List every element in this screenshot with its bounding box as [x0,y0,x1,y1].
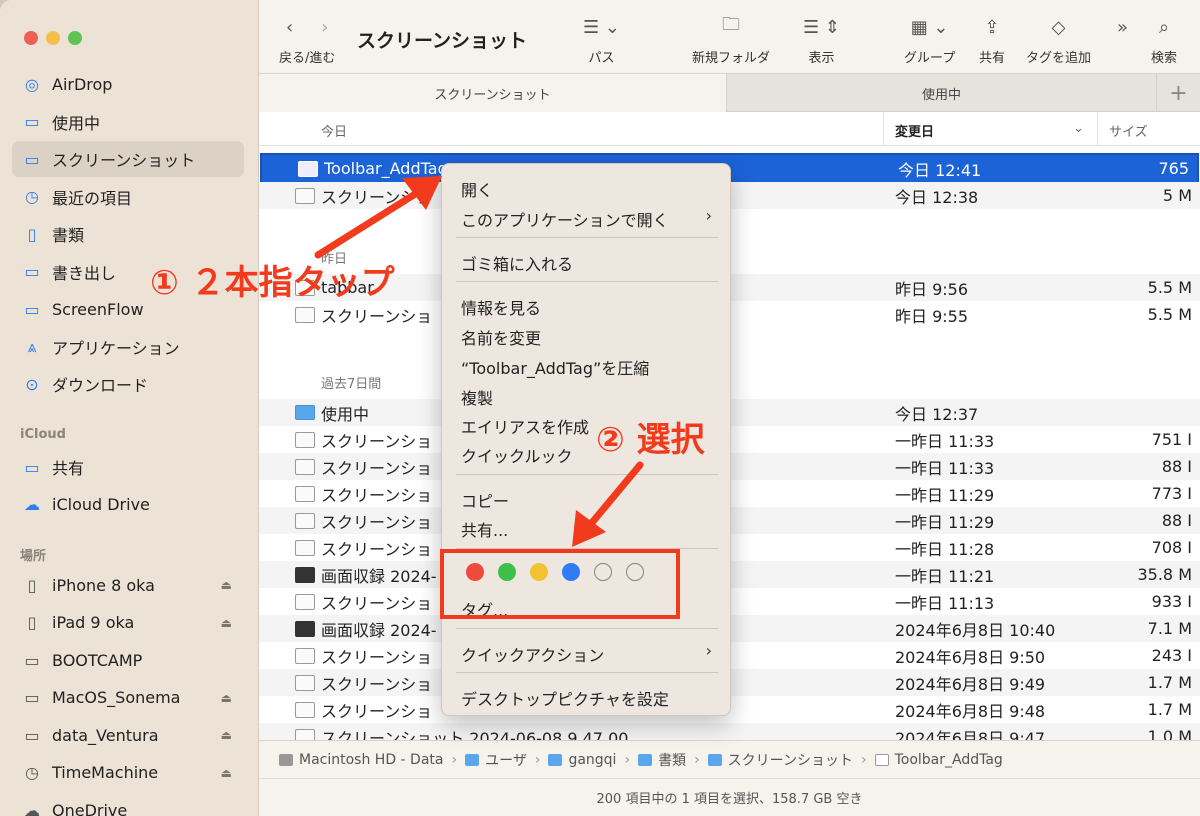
annotation-arrows [314,176,644,547]
annotation-step2: ② 選択 [596,420,705,460]
finder-window: ◎ AirDrop ▭ 使用中 ▭ スクリーンショット ◷ 最近の項目 ▯ 書類 ▭ 書き出し ▭ Scr… [0,0,1200,816]
annotation-step1: ① ２本指タップ [150,263,395,303]
